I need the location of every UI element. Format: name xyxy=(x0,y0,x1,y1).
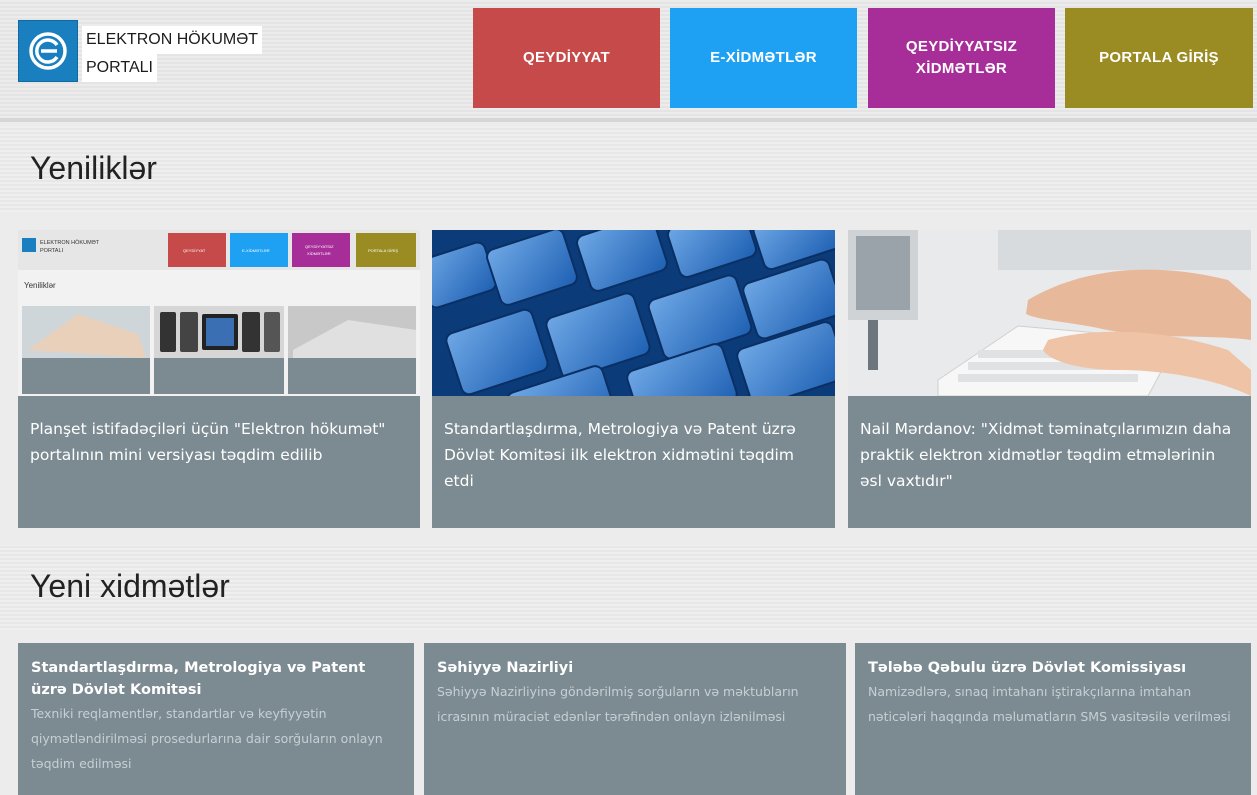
service-desc-2: Səhiyyə Nazirliyinə göndərilmiş sorğular… xyxy=(437,684,799,724)
nav-login-button[interactable]: PORTALA GİRİŞ xyxy=(1065,8,1253,108)
nav-public-services-button[interactable]: QEYDİYYATSIZ XİDMƏTLƏR xyxy=(868,8,1055,108)
mini-nav-1: QEYDİYYAT xyxy=(183,248,206,253)
site-name[interactable]: ELEKTRON HÖKUMƏT PORTALI xyxy=(82,26,263,82)
nav-public-services-label: QEYDİYYATSIZ XİDMƏTLƏR xyxy=(905,38,1018,77)
news-headline-1: Planşet istifadəçiləri üçün "Elektron hö… xyxy=(30,420,386,464)
services-section-title: Yeni xidmətlər xyxy=(30,568,230,604)
service-title-3: Tələbə Qəbulu üzrə Dövlət Komissiyası xyxy=(868,660,1187,676)
mini-nav-4: XİDMƏTLƏR xyxy=(307,251,331,256)
service-desc-3: Namizədlərə, sınaq imtahanı iştirakçılar… xyxy=(868,684,1231,724)
service-desc-1: Texniki reqlamentlər, standartlar və key… xyxy=(31,706,383,771)
nav-e-services-button[interactable]: E-XİDMƏTLƏR xyxy=(670,8,857,108)
news-headline-2: Standartlaşdırma, Metrologiya və Patent … xyxy=(444,420,796,490)
news-image-blue-keyboard xyxy=(432,230,835,396)
service-title-1: Standartlaşdırma, Metrologiya və Patent … xyxy=(31,660,366,698)
mini-nav-2: E-XİDMƏTLƏR xyxy=(242,248,270,253)
mini-logo-line2: PORTALI xyxy=(40,248,63,254)
service-card-2[interactable]: Səhiyyə Nazirliyi Səhiyyə Nazirliyinə gö… xyxy=(424,643,846,795)
nav-register-label: QEYDİYYAT xyxy=(523,49,610,66)
news-image-hands-typing xyxy=(848,230,1251,396)
site-name-line2: PORTALI xyxy=(82,54,157,82)
mini-section-title: Yeniliklər xyxy=(24,281,56,290)
news-headline-3: Nail Mərdanov: "Xidmət təminatçılarımızı… xyxy=(860,420,1232,490)
mini-nav-3: QEYDİYYATSIZ xyxy=(305,244,334,249)
news-card-2[interactable]: Standartlaşdırma, Metrologiya və Patent … xyxy=(432,230,835,528)
e-logo-mark-icon xyxy=(29,32,67,70)
hands-typing-graphic xyxy=(848,230,1251,396)
news-title-band xyxy=(0,126,1257,212)
site-name-line1: ELEKTRON HÖKUMƏT xyxy=(82,26,263,54)
mini-nav-5: PORTALA GİRİŞ xyxy=(368,248,398,253)
mini-logo-line1: ELEKTRON HÖKUMƏT xyxy=(40,239,100,246)
site-header: ELEKTRON HÖKUMƏT PORTALI QEYDİYYAT E-XİD… xyxy=(0,0,1257,122)
nav-register-button[interactable]: QEYDİYYAT xyxy=(473,8,660,108)
portal-preview-graphic: ELEKTRON HÖKUMƏT PORTALI QEYDİYYAT E-XİD… xyxy=(18,230,420,394)
news-card-3[interactable]: Nail Mərdanov: "Xidmət təminatçılarımızı… xyxy=(848,230,1251,528)
nav-e-services-label: E-XİDMƏTLƏR xyxy=(710,49,817,66)
service-card-1[interactable]: Standartlaşdırma, Metrologiya və Patent … xyxy=(18,643,414,795)
service-title-2: Səhiyyə Nazirliyi xyxy=(437,660,574,676)
news-card-1[interactable]: ELEKTRON HÖKUMƏT PORTALI QEYDİYYAT E-XİD… xyxy=(18,230,420,528)
blue-keyboard-graphic xyxy=(432,230,835,396)
service-card-3[interactable]: Tələbə Qəbulu üzrə Dövlət Komissiyası Na… xyxy=(855,643,1251,795)
e-gov-logo-icon[interactable] xyxy=(18,20,78,82)
news-image-portal-screenshot: ELEKTRON HÖKUMƏT PORTALI QEYDİYYAT E-XİD… xyxy=(18,230,420,396)
news-section-title: Yeniliklər xyxy=(30,150,157,186)
nav-login-label: PORTALA GİRİŞ xyxy=(1099,49,1219,66)
